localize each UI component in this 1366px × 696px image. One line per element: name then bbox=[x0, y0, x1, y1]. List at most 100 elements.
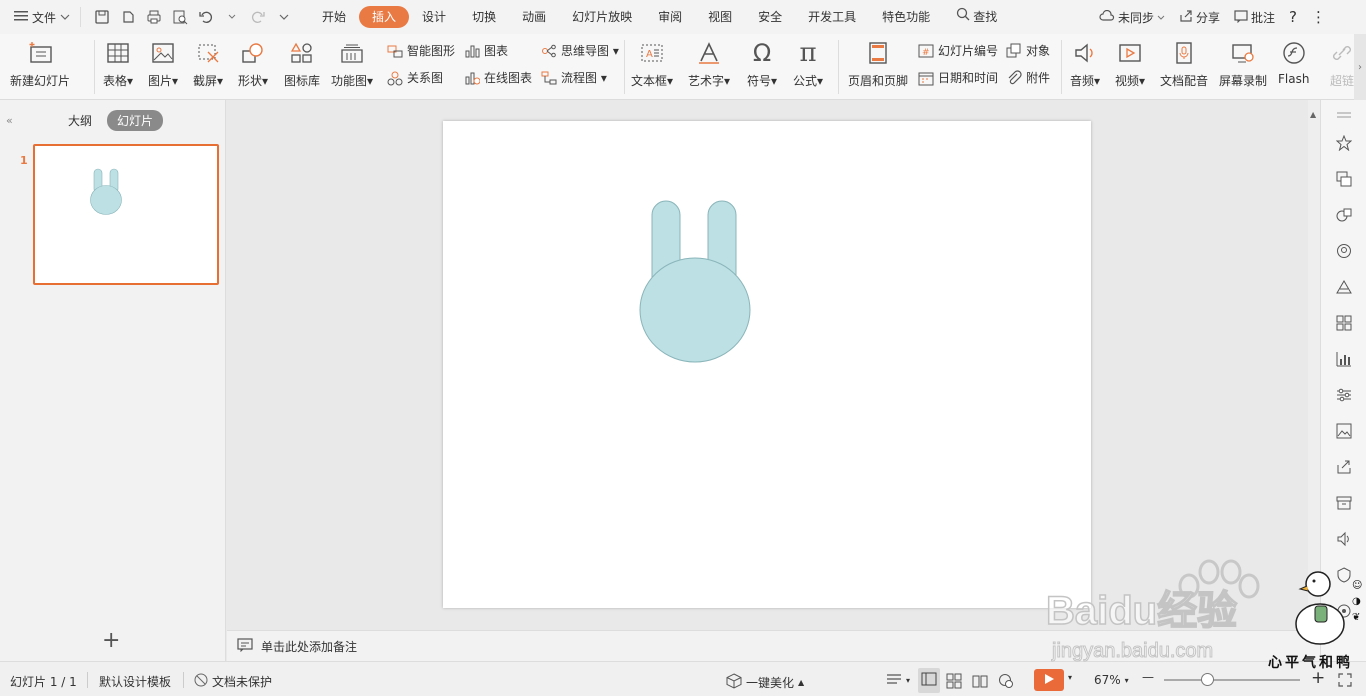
mind-map-button[interactable]: 思维导图 ▾ bbox=[541, 42, 619, 59]
sync-button[interactable]: 未同步 bbox=[1099, 9, 1165, 26]
art-text-button[interactable]: 艺术字▾ bbox=[688, 38, 730, 89]
header-footer-button[interactable]: 页眉和页脚 bbox=[848, 38, 908, 89]
picture-button[interactable]: 图片▾ bbox=[148, 38, 178, 89]
chart-button[interactable]: 图表 bbox=[464, 42, 508, 59]
object-button[interactable]: 对象 bbox=[1006, 42, 1050, 59]
textbox-button[interactable]: A 文本框▾ bbox=[631, 38, 673, 89]
add-slide-button[interactable]: + bbox=[102, 628, 120, 653]
slideshow-options[interactable]: ▾ bbox=[1068, 673, 1072, 682]
symbol-button[interactable]: Ω 符号▾ bbox=[747, 38, 777, 89]
tab-home[interactable]: 开始 bbox=[309, 6, 359, 28]
tab-developer[interactable]: 开发工具 bbox=[795, 6, 869, 28]
tab-features[interactable]: 特色功能 bbox=[869, 6, 943, 28]
protection-status[interactable]: 文档未保护 bbox=[194, 673, 272, 690]
more-button[interactable]: ⋮ bbox=[1311, 8, 1326, 26]
more-tools-icon[interactable] bbox=[1335, 602, 1353, 620]
print-preview-icon[interactable] bbox=[171, 8, 189, 26]
tab-animations[interactable]: 动画 bbox=[509, 6, 559, 28]
shape-button[interactable]: 形状▾ bbox=[238, 38, 268, 89]
shape-label: 形状▾ bbox=[238, 74, 269, 88]
tab-security[interactable]: 安全 bbox=[745, 6, 795, 28]
layers-icon[interactable] bbox=[1335, 170, 1353, 188]
new-slide-label: 新建幻灯片 bbox=[10, 74, 71, 88]
function-chart-button[interactable]: 功能图▾ bbox=[331, 38, 373, 89]
date-time-button[interactable]: 日期和时间 bbox=[918, 69, 998, 86]
zoom-out-button[interactable]: — bbox=[1142, 670, 1154, 684]
screenshot-label: 截屏▾ bbox=[193, 74, 224, 88]
chart-icon[interactable] bbox=[1335, 350, 1353, 368]
flowchart-button[interactable]: 流程图 ▾ bbox=[541, 69, 607, 86]
vertical-scrollbar[interactable]: ▲ bbox=[1308, 100, 1320, 630]
zoom-slider[interactable] bbox=[1164, 679, 1300, 681]
volume-icon[interactable] bbox=[1335, 530, 1353, 548]
rabbit-shape[interactable] bbox=[443, 121, 1091, 608]
save-icon[interactable] bbox=[93, 8, 111, 26]
view-sorter-button[interactable] bbox=[946, 673, 962, 692]
video-button[interactable]: 视频▾ bbox=[1115, 38, 1145, 89]
slide-thumbnail[interactable] bbox=[33, 144, 219, 285]
slide-number-button[interactable]: # 幻灯片编号 bbox=[918, 42, 998, 59]
location-icon[interactable] bbox=[1335, 242, 1353, 260]
export-pdf-icon[interactable] bbox=[119, 8, 137, 26]
icon-library-button[interactable]: 图标库 bbox=[284, 38, 320, 89]
comment-button[interactable]: 批注 bbox=[1234, 9, 1275, 26]
view-reading-button[interactable] bbox=[972, 673, 988, 692]
undo-icon[interactable] bbox=[197, 8, 215, 26]
beautify-button[interactable]: 一键美化 ▲ bbox=[726, 673, 804, 692]
zoom-in-button[interactable]: + bbox=[1311, 668, 1325, 688]
relation-chart-button[interactable]: 关系图 bbox=[387, 69, 443, 86]
tab-transitions[interactable]: 切换 bbox=[459, 6, 509, 28]
help-button[interactable]: ? bbox=[1289, 8, 1297, 26]
notes-toggle[interactable]: ▾ bbox=[886, 673, 910, 688]
slide-canvas[interactable] bbox=[443, 121, 1091, 608]
formula-button[interactable]: π 公式▾ bbox=[793, 38, 823, 89]
customize-toolbar-icon[interactable] bbox=[275, 8, 293, 26]
doc-dubbing-button[interactable]: 文档配音 bbox=[1160, 38, 1208, 89]
design-template[interactable]: 默认设计模板 bbox=[99, 673, 171, 690]
ribbon-scroll-right[interactable]: › bbox=[1354, 34, 1366, 100]
new-slide-button[interactable]: 新建幻灯片 bbox=[10, 38, 70, 89]
tab-view[interactable]: 视图 bbox=[695, 6, 745, 28]
smart-art-button[interactable]: 智能图形 bbox=[387, 42, 455, 59]
grid-icon[interactable] bbox=[1335, 314, 1353, 332]
tab-slides[interactable]: 幻灯片 bbox=[107, 110, 164, 131]
tab-insert[interactable]: 插入 bbox=[359, 6, 410, 28]
fit-window-button[interactable] bbox=[1338, 673, 1352, 690]
shapes-icon[interactable] bbox=[1335, 206, 1353, 224]
presenter-icon bbox=[998, 673, 1014, 692]
tab-outline[interactable]: 大纲 bbox=[68, 112, 92, 129]
tab-design[interactable]: 设计 bbox=[409, 6, 459, 28]
screen-record-button[interactable]: 屏幕录制 bbox=[1219, 38, 1267, 89]
view-normal-button[interactable] bbox=[918, 668, 940, 693]
tab-slideshow[interactable]: 幻灯片放映 bbox=[559, 6, 645, 28]
file-menu[interactable]: 文件 bbox=[0, 0, 80, 34]
chevron-down-icon[interactable] bbox=[223, 8, 241, 26]
play-slideshow-button[interactable] bbox=[1034, 669, 1064, 691]
share-export-icon[interactable] bbox=[1335, 458, 1353, 476]
audio-button[interactable]: 音频▾ bbox=[1070, 38, 1100, 89]
hyperlink-button[interactable]: 超链 bbox=[1328, 38, 1356, 89]
sidebar-menu-icon[interactable] bbox=[1335, 106, 1353, 124]
image-icon[interactable] bbox=[1335, 422, 1353, 440]
redo-icon[interactable] bbox=[249, 8, 267, 26]
notes-bar[interactable]: 单击此处添加备注 bbox=[227, 630, 1320, 661]
picture-label: 图片▾ bbox=[148, 74, 179, 88]
zoom-slider-handle[interactable] bbox=[1201, 673, 1214, 686]
search-button[interactable]: 查找 bbox=[943, 6, 1010, 28]
attachment-button[interactable]: 附件 bbox=[1006, 69, 1050, 86]
animation-icon[interactable] bbox=[1335, 278, 1353, 296]
tab-review[interactable]: 审阅 bbox=[645, 6, 695, 28]
zoom-level[interactable]: 67% ▾ bbox=[1094, 673, 1129, 687]
shield-icon[interactable] bbox=[1335, 566, 1353, 584]
archive-icon[interactable] bbox=[1335, 494, 1353, 512]
screenshot-button[interactable]: 截屏▾ bbox=[193, 38, 223, 89]
print-icon[interactable] bbox=[145, 8, 163, 26]
share-button[interactable]: 分享 bbox=[1179, 9, 1220, 26]
table-button[interactable]: 表格▾ bbox=[103, 38, 133, 89]
star-icon[interactable] bbox=[1335, 134, 1353, 152]
online-chart-button[interactable]: 在线图表 bbox=[464, 69, 532, 86]
flash-button[interactable]: Flash bbox=[1278, 38, 1309, 86]
settings-sliders-icon[interactable] bbox=[1335, 386, 1353, 404]
view-presenter-button[interactable] bbox=[998, 673, 1014, 692]
scroll-up-icon[interactable]: ▲ bbox=[1310, 110, 1316, 119]
